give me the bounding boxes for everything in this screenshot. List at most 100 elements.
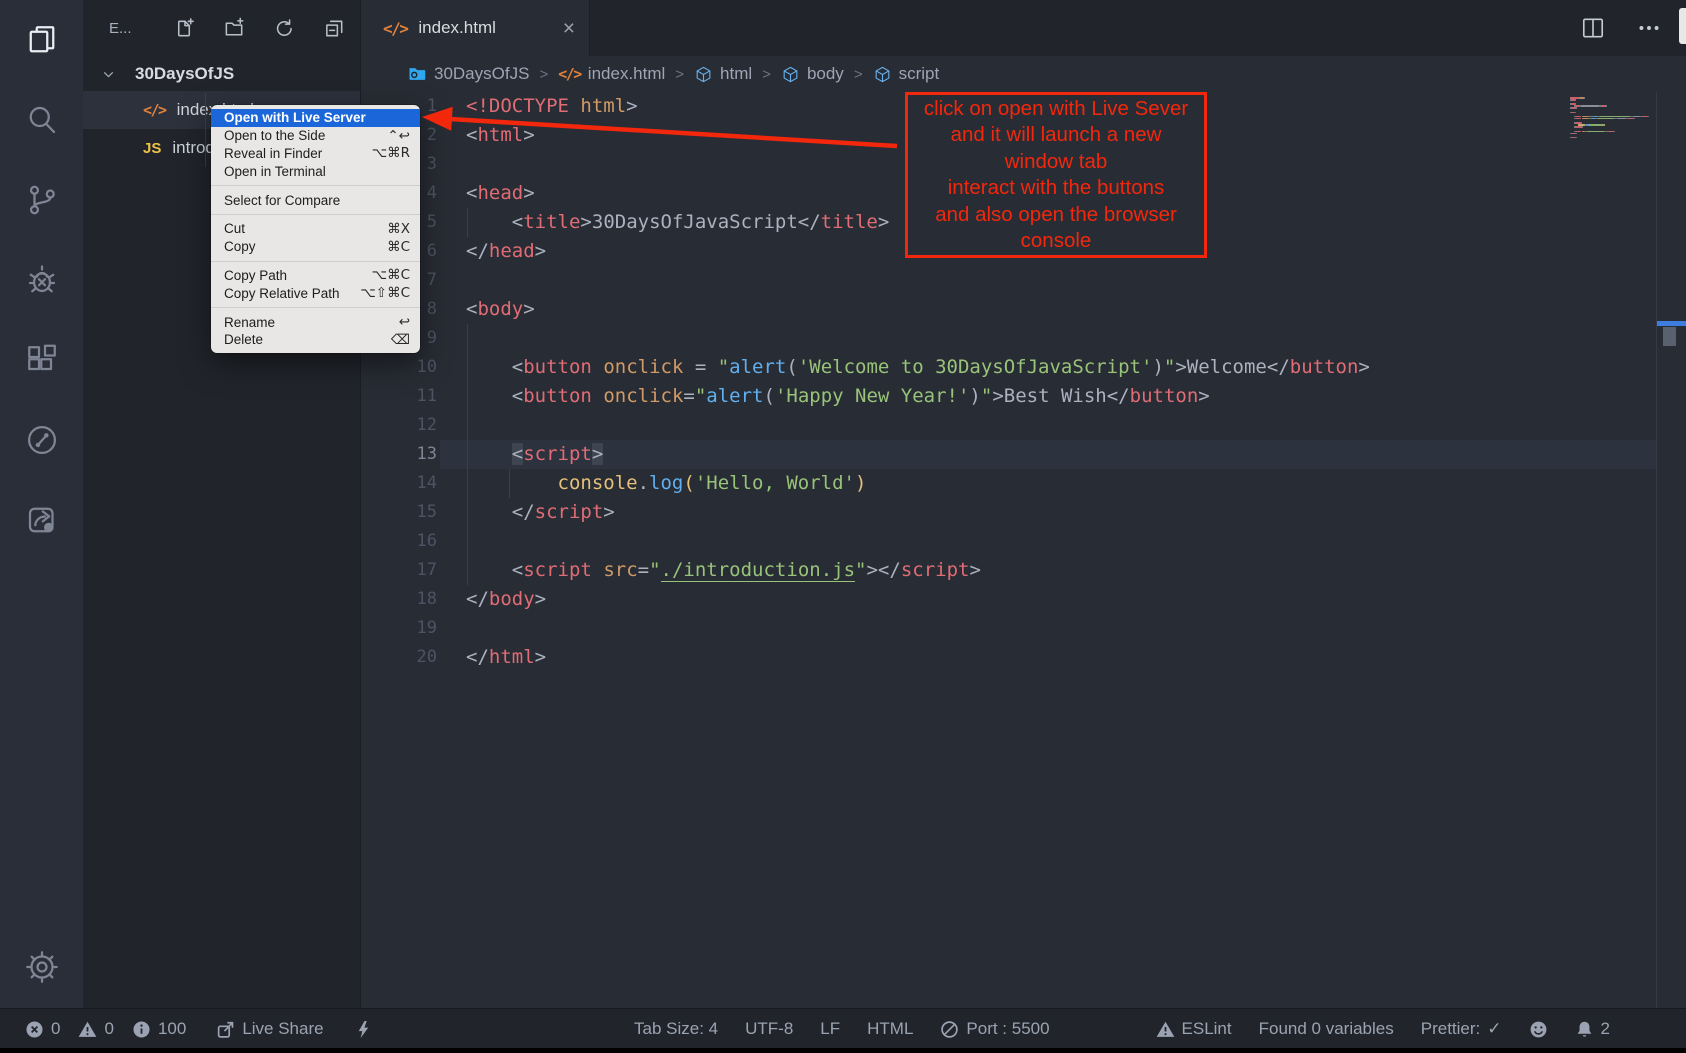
context-menu: Open with Live ServerOpen to the Side⌃↩R…: [211, 105, 420, 353]
info-icon: [132, 1020, 151, 1039]
source-control-icon[interactable]: [0, 160, 83, 240]
status-errors[interactable]: 0: [25, 1019, 60, 1039]
context-menu-item-open-with-live-server[interactable]: Open with Live Server: [211, 109, 420, 127]
line-number: 11: [361, 382, 437, 411]
live-share-icon[interactable]: [0, 480, 83, 560]
new-folder-icon[interactable]: [223, 17, 246, 40]
scrollbar-thumb[interactable]: [1663, 327, 1676, 346]
status-tab-size[interactable]: Tab Size: 4: [634, 1019, 718, 1039]
collapse-all-icon[interactable]: [323, 17, 346, 40]
tree-root-folder[interactable]: 30DaysOfJS: [83, 57, 360, 91]
context-menu-item-select-for-compare[interactable]: Select for Compare: [211, 191, 420, 209]
context-menu-item-open-to-the-side[interactable]: Open to the Side⌃↩: [211, 127, 420, 145]
run-debug-icon[interactable]: [0, 240, 83, 320]
status-info-count[interactable]: 100: [132, 1019, 186, 1039]
line-number: 17: [361, 556, 437, 585]
code-text: <button onclick="alert('Happy New Year!'…: [466, 382, 1210, 411]
symbol-cube-icon: [694, 65, 713, 84]
tab-index-html[interactable]: </> index.html ×: [361, 0, 590, 56]
annotation-line: and it will launch a new: [908, 122, 1204, 149]
context-menu-item-rename[interactable]: Rename↩: [211, 313, 420, 331]
breadcrumb-item-body[interactable]: body: [781, 64, 844, 84]
minimap[interactable]: [1570, 97, 1654, 139]
tab-label: index.html: [418, 18, 495, 38]
menu-item-label: Open with Live Server: [224, 110, 366, 125]
scrollbar-decoration: [1657, 321, 1686, 326]
context-menu-item-open-in-terminal[interactable]: Open in Terminal: [211, 162, 420, 180]
new-file-icon[interactable]: [173, 17, 196, 40]
code-text: </html>: [466, 643, 546, 672]
breadcrumb-item-index-html[interactable]: </>index.html: [558, 64, 665, 84]
code-line-5: 5 <title>30DaysOfJavaScript</title>: [361, 208, 1370, 237]
breadcrumb-separator: >: [539, 66, 548, 83]
status-bar-right: ESLint Found 0 variables Prettier:✓ 2: [1156, 1009, 1610, 1049]
status-prettier[interactable]: Prettier:✓: [1421, 1019, 1502, 1039]
context-menu-item-cut[interactable]: Cut⌘X: [211, 220, 420, 238]
status-variables-found[interactable]: Found 0 variables: [1259, 1019, 1394, 1039]
tab-close-icon[interactable]: ×: [563, 18, 575, 39]
context-menu-item-copy-relative-path[interactable]: Copy Relative Path⌥⇧⌘C: [211, 284, 420, 302]
code-line-6: 6</head>: [361, 237, 1370, 266]
code-text: </script>: [466, 498, 615, 527]
menu-item-shortcut: ↩: [399, 314, 410, 330]
more-actions-icon[interactable]: [1636, 15, 1662, 41]
line-number: 13: [361, 440, 437, 469]
status-label: Live Share: [242, 1019, 323, 1039]
status-feedback-smiley[interactable]: [1529, 1020, 1548, 1039]
status-label: 0: [51, 1019, 60, 1039]
status-language-mode[interactable]: HTML: [867, 1019, 913, 1039]
breadcrumb-label: 30DaysOfJS: [434, 64, 529, 84]
split-editor-icon[interactable]: [1580, 15, 1606, 41]
code-line-16: 16: [361, 527, 1370, 556]
menu-separator: [211, 185, 420, 186]
annotation-line: console: [908, 228, 1204, 255]
status-quick-action[interactable]: [354, 1020, 373, 1039]
status-label: 2: [1601, 1019, 1610, 1039]
breadcrumb-item-30daysofjs[interactable]: 30DaysOfJS: [407, 64, 529, 84]
status-warnings[interactable]: 0: [78, 1019, 113, 1039]
breadcrumb-item-html[interactable]: html: [694, 64, 752, 84]
js-file-icon: JS: [143, 140, 161, 157]
status-live-share[interactable]: Live Share: [216, 1019, 323, 1039]
breadcrumb-label: script: [899, 64, 940, 84]
line-number: 10: [361, 353, 437, 382]
root-folder-label: 30DaysOfJS: [135, 64, 234, 84]
context-menu-item-reveal-in-finder[interactable]: Reveal in Finder ⌥⌘R: [211, 145, 420, 163]
breadcrumb-item-script[interactable]: script: [873, 64, 940, 84]
status-label: HTML: [867, 1019, 913, 1039]
status-bar: 0 0 100 Live Share Tab Size: 4 UTF-8 LF HTML Po…: [0, 1008, 1686, 1048]
warning-icon: [1156, 1020, 1175, 1039]
status-label: 0: [104, 1019, 113, 1039]
settings-gear-icon[interactable]: [0, 927, 83, 1007]
context-menu-item-copy-path[interactable]: Copy Path⌥⌘C: [211, 267, 420, 285]
search-icon[interactable]: [0, 80, 83, 160]
symbol-cube-icon: [781, 65, 800, 84]
context-menu-item-delete[interactable]: Delete⌫: [211, 331, 420, 349]
line-number: 20: [361, 643, 437, 672]
status-label: Port : 5500: [966, 1019, 1049, 1039]
status-eslint[interactable]: ESLint: [1156, 1019, 1232, 1039]
line-number: 16: [361, 527, 437, 556]
menu-item-label: Select for Compare: [224, 193, 340, 208]
status-live-server-port[interactable]: Port : 5500: [940, 1019, 1049, 1039]
refresh-icon[interactable]: [273, 17, 296, 40]
extensions-icon[interactable]: [0, 320, 83, 400]
menu-item-shortcut: ⌥⌘R: [372, 145, 410, 161]
status-label: LF: [820, 1019, 840, 1039]
explorer-icon[interactable]: [0, 0, 83, 80]
status-encoding[interactable]: UTF-8: [745, 1019, 793, 1039]
menu-item-label: Reveal in Finder: [224, 146, 322, 161]
menu-separator: [211, 214, 420, 215]
status-label: 100: [158, 1019, 186, 1039]
code-line-15: 15 </script>: [361, 498, 1370, 527]
status-notifications-bell[interactable]: 2: [1575, 1019, 1610, 1039]
code-text: <script src="./introduction.js"></script…: [466, 556, 981, 585]
status-eol[interactable]: LF: [820, 1019, 840, 1039]
remote-icon[interactable]: [0, 400, 83, 480]
menu-item-label: Copy Path: [224, 268, 287, 283]
code-editor[interactable]: 1<!DOCTYPE html>2<html>34<head>5 <title>…: [361, 92, 1370, 672]
smiley-icon: [1529, 1020, 1548, 1039]
editor-actions: [1580, 0, 1662, 56]
context-menu-item-copy[interactable]: Copy⌘C: [211, 238, 420, 256]
editor-tab-bar: </> index.html ×: [361, 0, 1686, 56]
